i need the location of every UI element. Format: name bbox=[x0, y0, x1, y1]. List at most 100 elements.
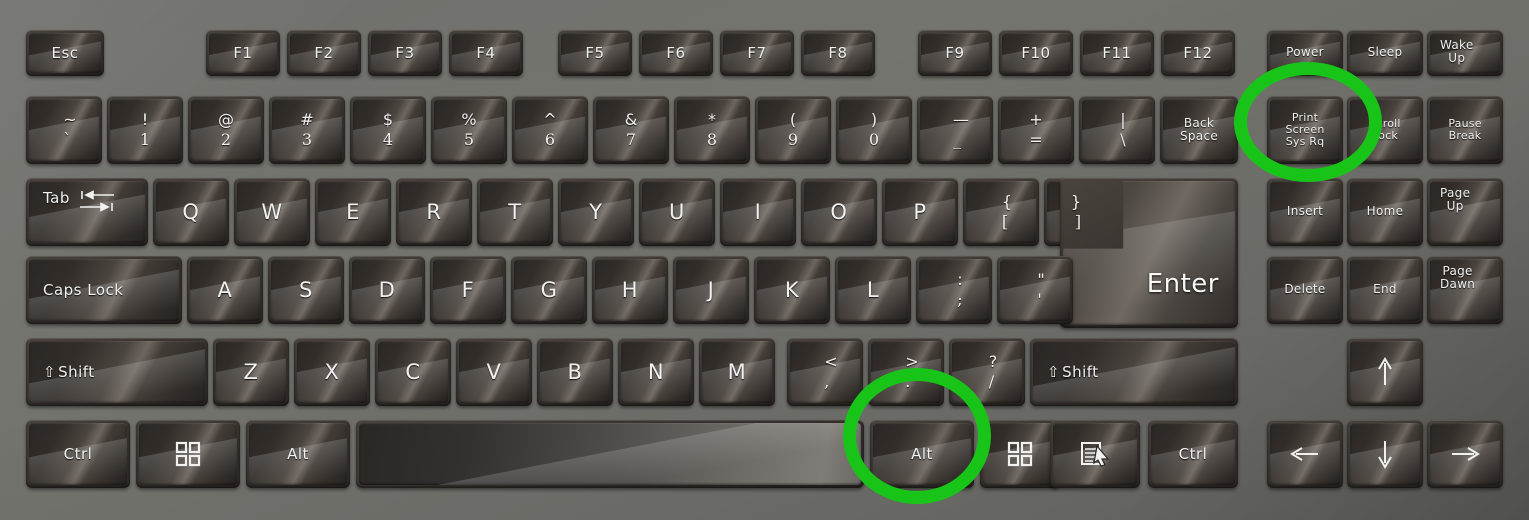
key-space[interactable] bbox=[356, 420, 864, 488]
key-win-left[interactable] bbox=[136, 420, 240, 488]
key-wake-up[interactable]: Wake Up bbox=[1427, 30, 1503, 76]
key-page-down[interactable]: Page Dawn bbox=[1427, 256, 1503, 324]
key-sleep[interactable]: Sleep bbox=[1347, 30, 1423, 76]
key-alt-left[interactable]: Alt bbox=[246, 420, 350, 488]
key-scroll-lock[interactable]: Scroll Lock bbox=[1347, 96, 1423, 164]
key-l[interactable]: L bbox=[835, 256, 911, 324]
key-8[interactable]: * 8 bbox=[674, 96, 750, 164]
key-semicolon[interactable]: : ; bbox=[916, 256, 992, 324]
key-6[interactable]: ^ 6 bbox=[512, 96, 588, 164]
key-s[interactable]: S bbox=[268, 256, 344, 324]
key-equals[interactable]: + = bbox=[998, 96, 1074, 164]
key-j[interactable]: J bbox=[673, 256, 749, 324]
key-backtick[interactable]: ~ ` bbox=[26, 96, 102, 164]
key-tab[interactable]: Tab bbox=[26, 178, 148, 246]
key-pause-break[interactable]: Pause Break bbox=[1427, 96, 1503, 164]
key-f6[interactable]: F6 bbox=[639, 30, 713, 76]
key-y[interactable]: Y bbox=[558, 178, 634, 246]
key-page-up[interactable]: Page Up bbox=[1427, 178, 1503, 246]
key-q[interactable]: Q bbox=[153, 178, 229, 246]
key-9[interactable]: ( 9 bbox=[755, 96, 831, 164]
key-g[interactable]: G bbox=[511, 256, 587, 324]
key-t[interactable]: T bbox=[477, 178, 553, 246]
key-f9[interactable]: F9 bbox=[918, 30, 992, 76]
key-label: F3 bbox=[395, 43, 415, 62]
key-1[interactable]: ! 1 bbox=[107, 96, 183, 164]
key-n[interactable]: N bbox=[618, 338, 694, 406]
key-b[interactable]: B bbox=[537, 338, 613, 406]
key-2[interactable]: @ 2 bbox=[188, 96, 264, 164]
key-shift-right[interactable]: ⇧ Shift bbox=[1030, 338, 1238, 406]
key-p[interactable]: P bbox=[882, 178, 958, 246]
key-5[interactable]: % 5 bbox=[431, 96, 507, 164]
key-label: Y bbox=[589, 199, 603, 224]
key-w[interactable]: W bbox=[234, 178, 310, 246]
key-home[interactable]: Home bbox=[1347, 178, 1423, 246]
key-f[interactable]: F bbox=[430, 256, 506, 324]
key-v[interactable]: V bbox=[456, 338, 532, 406]
key-arrow-left[interactable] bbox=[1267, 420, 1343, 488]
key-c[interactable]: C bbox=[375, 338, 451, 406]
key-win-right[interactable] bbox=[980, 420, 1060, 488]
key-comma[interactable]: < , bbox=[787, 338, 863, 406]
key-backslash[interactable]: | \ bbox=[1079, 96, 1155, 164]
key-quote[interactable]: " ' bbox=[997, 256, 1073, 324]
key-label: Ctrl bbox=[63, 444, 93, 463]
key-label: 9 bbox=[787, 130, 799, 149]
key-f11[interactable]: F11 bbox=[1080, 30, 1154, 76]
key-0[interactable]: ) 0 bbox=[836, 96, 912, 164]
key-enter[interactable]: Enter bbox=[1060, 178, 1238, 328]
key-f7[interactable]: F7 bbox=[720, 30, 794, 76]
key-shift-label: ( bbox=[789, 110, 797, 129]
key-label: [ bbox=[1001, 212, 1009, 231]
key-f4[interactable]: F4 bbox=[449, 30, 523, 76]
key-power[interactable]: Power bbox=[1267, 30, 1343, 76]
key-shift-left[interactable]: ⇧ Shift bbox=[26, 338, 208, 406]
key-a[interactable]: A bbox=[187, 256, 263, 324]
key-f5[interactable]: F5 bbox=[558, 30, 632, 76]
key-r[interactable]: R bbox=[396, 178, 472, 246]
key-f12[interactable]: F12 bbox=[1161, 30, 1235, 76]
key-d[interactable]: D bbox=[349, 256, 425, 324]
key-f10[interactable]: F10 bbox=[999, 30, 1073, 76]
key-insert[interactable]: Insert bbox=[1267, 178, 1343, 246]
key-f8[interactable]: F8 bbox=[801, 30, 875, 76]
key-arrow-up[interactable] bbox=[1347, 338, 1423, 406]
key-e[interactable]: E bbox=[315, 178, 391, 246]
key-escape[interactable]: Esc bbox=[26, 30, 104, 76]
key-ctrl-left[interactable]: Ctrl bbox=[26, 420, 130, 488]
key-minus[interactable]: — _ bbox=[917, 96, 993, 164]
key-ctrl-right[interactable]: Ctrl bbox=[1148, 420, 1238, 488]
key-7[interactable]: & 7 bbox=[593, 96, 669, 164]
menu-document-icon bbox=[1081, 442, 1110, 467]
key-x[interactable]: X bbox=[294, 338, 370, 406]
key-3[interactable]: # 3 bbox=[269, 96, 345, 164]
key-delete[interactable]: Delete bbox=[1267, 256, 1343, 324]
key-f1[interactable]: F1 bbox=[206, 30, 280, 76]
key-alt-right[interactable]: Alt bbox=[870, 420, 974, 488]
key-k[interactable]: K bbox=[754, 256, 830, 324]
key-f3[interactable]: F3 bbox=[368, 30, 442, 76]
key-z[interactable]: Z bbox=[213, 338, 289, 406]
key-bracket-left[interactable]: { [ bbox=[963, 178, 1039, 246]
key-h[interactable]: H bbox=[592, 256, 668, 324]
key-m[interactable]: M bbox=[699, 338, 775, 406]
key-arrow-down[interactable] bbox=[1347, 420, 1423, 488]
key-o[interactable]: O bbox=[801, 178, 877, 246]
key-print-screen[interactable]: Print Screen Sys Rq bbox=[1267, 96, 1343, 164]
key-menu[interactable] bbox=[1050, 420, 1140, 488]
key-slash[interactable]: ? / bbox=[949, 338, 1025, 406]
key-i[interactable]: I bbox=[720, 178, 796, 246]
windows-icon bbox=[175, 441, 201, 467]
key-label: R bbox=[426, 199, 442, 224]
key-backspace[interactable]: Back Space bbox=[1160, 96, 1238, 164]
key-end[interactable]: End bbox=[1347, 256, 1423, 324]
key-4[interactable]: $ 4 bbox=[350, 96, 426, 164]
key-period[interactable]: > . bbox=[868, 338, 944, 406]
key-f2[interactable]: F2 bbox=[287, 30, 361, 76]
key-caps-lock[interactable]: Caps Lock bbox=[26, 256, 182, 324]
key-label: Page Dawn bbox=[1440, 264, 1476, 292]
key-u[interactable]: U bbox=[639, 178, 715, 246]
key-arrow-right[interactable] bbox=[1427, 420, 1503, 488]
key-label: J bbox=[707, 277, 715, 302]
